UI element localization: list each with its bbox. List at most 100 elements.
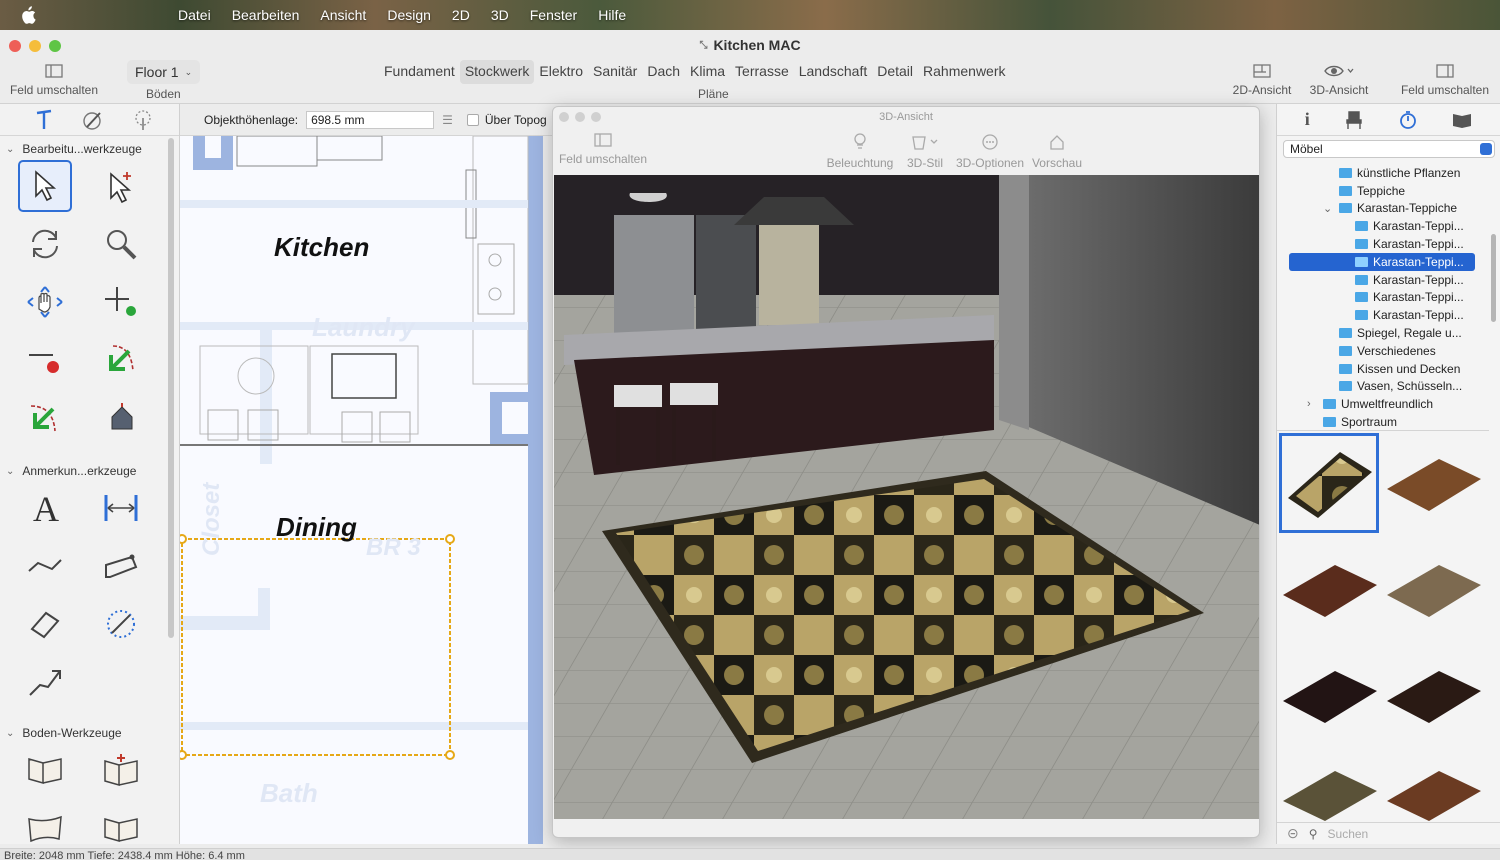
chair-icon[interactable] xyxy=(1345,110,1363,130)
thumbnail-rug[interactable] xyxy=(1383,433,1483,533)
more-icon[interactable]: ⊝ xyxy=(1287,825,1299,842)
thumbnail-rug[interactable] xyxy=(1279,539,1379,639)
pan-tool[interactable] xyxy=(18,276,72,328)
plan-tab-floor[interactable]: Stockwerk xyxy=(459,60,535,84)
menu-3d[interactable]: 3D xyxy=(491,7,509,23)
toggle-left-panel-button[interactable]: Feld umschalten xyxy=(8,64,100,97)
preview-button[interactable]: Vorschau xyxy=(1029,133,1085,170)
search-input[interactable]: Suchen xyxy=(1328,827,1369,841)
thumbnail-rug-selected[interactable] xyxy=(1279,433,1379,533)
landscape-tools-icon[interactable] xyxy=(132,109,154,131)
thumbnail-rug[interactable] xyxy=(1383,539,1483,639)
tree-item[interactable]: Verschiedenes xyxy=(1277,342,1489,360)
plan-tab-plumbing[interactable]: Sanitär xyxy=(588,60,642,84)
build-tools-icon[interactable] xyxy=(34,109,54,131)
tree-item[interactable]: Karastan-Teppi... xyxy=(1277,289,1489,307)
select-tool[interactable] xyxy=(18,160,72,212)
list-icon[interactable]: ☰ xyxy=(442,113,453,127)
tree-item[interactable]: Teppiche xyxy=(1277,182,1489,200)
lighting-button[interactable]: Beleuchtung xyxy=(823,133,897,170)
close-button[interactable] xyxy=(9,40,21,52)
circle-tool[interactable] xyxy=(94,598,148,650)
menu-window[interactable]: Fenster xyxy=(530,7,577,23)
plan-tab-roof[interactable]: Dach xyxy=(642,60,685,84)
floor-edit-tool[interactable] xyxy=(94,802,148,854)
selection-handle[interactable] xyxy=(445,534,455,544)
arrow-tool[interactable] xyxy=(18,656,72,708)
polyline-tool[interactable] xyxy=(94,540,148,592)
section-floor-tools[interactable]: ⌄ Boden-Werkzeuge xyxy=(0,722,179,744)
join-tool[interactable] xyxy=(94,334,148,386)
tree-item[interactable]: Karastan-Teppi... xyxy=(1277,271,1489,289)
tree-scrollbar[interactable] xyxy=(1491,234,1496,322)
tree-item[interactable]: › Umweltfreundlich xyxy=(1277,395,1489,413)
view-3d-titlebar[interactable]: 3D-Ansicht xyxy=(553,107,1259,127)
minimize-button[interactable] xyxy=(29,40,41,52)
tree-item[interactable]: Kissen und Decken xyxy=(1277,360,1489,378)
tree-item[interactable]: Vasen, Schüsseln... xyxy=(1277,378,1489,396)
tree-item-selected[interactable]: Karastan-Teppi... xyxy=(1289,252,1475,271)
place-camera-tool[interactable] xyxy=(94,392,148,444)
rotate-tool[interactable] xyxy=(18,218,72,270)
selection-handle[interactable] xyxy=(445,750,455,760)
tree-item[interactable]: Karastan-Teppi... xyxy=(1277,235,1489,253)
menu-2d[interactable]: 2D xyxy=(452,7,470,23)
selection-handle[interactable] xyxy=(180,534,187,544)
selection-handle[interactable] xyxy=(180,750,187,760)
ceiling-tool[interactable] xyxy=(18,802,72,854)
plan-tab-framing[interactable]: Rahmenwerk xyxy=(918,60,1010,84)
menu-view[interactable]: Ansicht xyxy=(320,7,366,23)
line-tool[interactable] xyxy=(18,540,72,592)
delete-point-tool[interactable] xyxy=(18,334,72,386)
tree-item[interactable]: künstliche Pflanzen xyxy=(1277,164,1489,182)
book-open-icon[interactable] xyxy=(1452,111,1472,129)
thumbnail-rug[interactable] xyxy=(1383,645,1483,745)
paint-tools-icon[interactable] xyxy=(82,109,104,131)
menu-design[interactable]: Design xyxy=(387,7,431,23)
plan-tab-landscape[interactable]: Landschaft xyxy=(794,60,873,84)
info-icon[interactable]: i xyxy=(1305,109,1310,130)
stopwatch-icon[interactable] xyxy=(1399,110,1417,130)
3d-render-scene[interactable] xyxy=(554,175,1259,819)
tree-item[interactable]: Karastan-Teppi... xyxy=(1277,306,1489,324)
zoom-tool[interactable] xyxy=(94,218,148,270)
select-object-tool[interactable] xyxy=(94,160,148,212)
view-3d-toggle-button[interactable]: Feld umschalten xyxy=(557,133,649,166)
tree-item[interactable]: ⌄ Karastan-Teppiche xyxy=(1277,200,1489,218)
section-edit-tools[interactable]: ⌄ Bearbeitu...werkzeuge xyxy=(0,138,179,160)
floor-tool[interactable] xyxy=(18,744,72,796)
text-tool[interactable]: A xyxy=(18,482,72,534)
minimize-button[interactable] xyxy=(575,112,585,122)
zoom-button[interactable] xyxy=(49,40,61,52)
plan-tab-detail[interactable]: Detail xyxy=(872,60,918,84)
zoom-button[interactable] xyxy=(591,112,601,122)
floor-plus-tool[interactable] xyxy=(94,744,148,796)
view-2d-button[interactable]: 2D-Ansicht xyxy=(1226,64,1298,97)
menu-edit[interactable]: Bearbeiten xyxy=(232,7,300,23)
view-3d-button[interactable]: 3D-Ansicht xyxy=(1303,64,1375,97)
break-tool[interactable] xyxy=(18,392,72,444)
plan-view-2d[interactable]: Kitchen Laundry Dining Closet BR 3 Bath xyxy=(180,136,543,844)
section-annotation-tools[interactable]: ⌄ Anmerkun...erkzeuge xyxy=(0,460,179,482)
toggle-right-panel-button[interactable]: Feld umschalten xyxy=(1398,64,1492,97)
3d-style-button[interactable]: 3D-Stil xyxy=(903,133,947,170)
search-icon[interactable]: ⚲ xyxy=(1309,827,1318,841)
topography-checkbox[interactable] xyxy=(466,113,479,126)
add-point-tool[interactable] xyxy=(94,276,148,328)
rectangle-tool[interactable] xyxy=(18,598,72,650)
tree-item[interactable]: Sportraum xyxy=(1277,413,1489,431)
tree-item[interactable]: Spiegel, Regale u... xyxy=(1277,324,1489,342)
left-panel-scrollbar[interactable] xyxy=(168,138,174,638)
3d-options-button[interactable]: 3D-Optionen xyxy=(953,133,1027,170)
dimension-tool[interactable] xyxy=(94,482,148,534)
apple-icon[interactable] xyxy=(18,5,38,25)
chevron-right-icon[interactable]: › xyxy=(1307,398,1311,410)
chevron-down-icon[interactable]: ⌄ xyxy=(1323,202,1332,215)
height-input[interactable]: 698.5 mm xyxy=(306,110,435,129)
close-button[interactable] xyxy=(559,112,569,122)
plan-tab-electrical[interactable]: Elektro xyxy=(534,60,588,84)
menu-file[interactable]: Datei xyxy=(178,7,211,23)
thumbnail-rug[interactable] xyxy=(1279,645,1379,745)
menu-help[interactable]: Hilfe xyxy=(598,7,626,23)
plan-tab-foundation[interactable]: Fundament xyxy=(379,60,460,84)
